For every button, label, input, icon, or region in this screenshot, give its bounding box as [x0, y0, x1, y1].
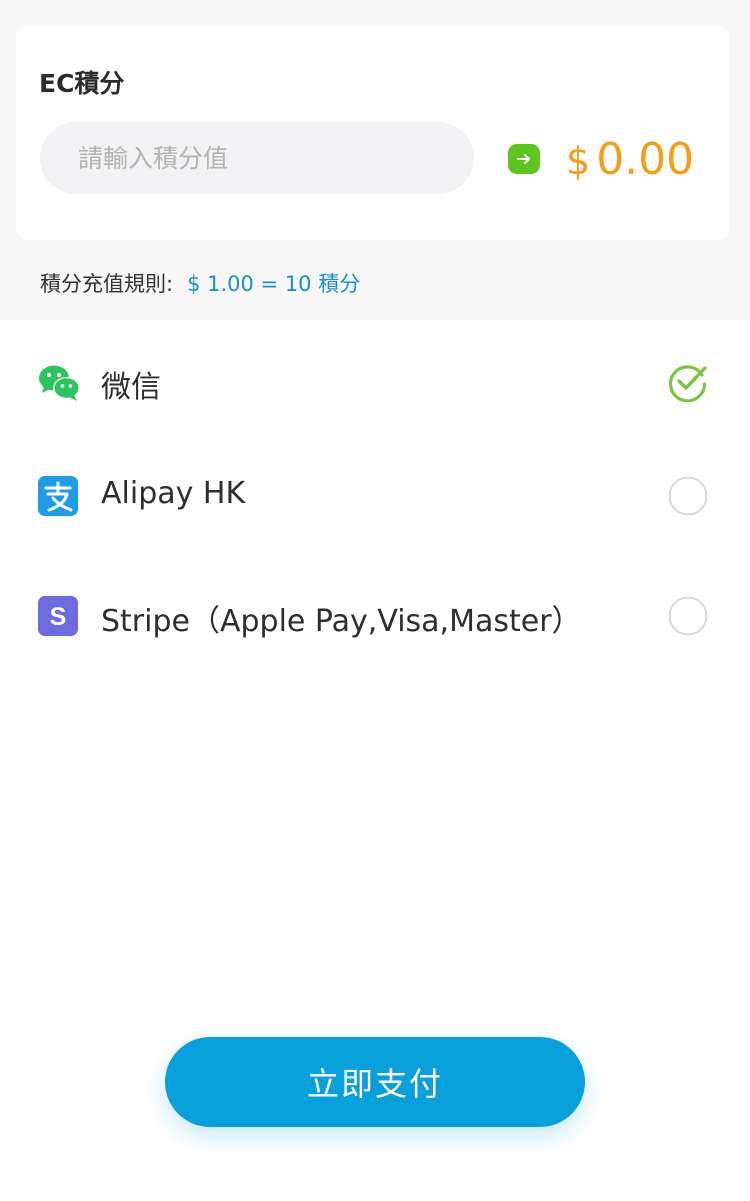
payment-label-alipay: Alipay HK [101, 476, 246, 511]
points-section: EC積分 $0.00 積分充值規則: $ 1.00 = 10 積分 [0, 0, 750, 320]
payment-option-alipay[interactable]: Alipay HK [0, 456, 750, 536]
radio-unselected-icon[interactable] [668, 476, 708, 516]
wechat-icon [38, 364, 82, 406]
currency-symbol: $ [566, 139, 591, 183]
points-card-title: EC積分 [39, 69, 125, 98]
amount-display: $0.00 [566, 134, 694, 185]
stripe-icon: S [38, 596, 78, 640]
recharge-rule: 積分充值規則: $ 1.00 = 10 積分 [40, 268, 360, 298]
rule-label: 積分充值規則: [40, 272, 174, 296]
svg-text:S: S [50, 603, 67, 631]
radio-selected-check-icon[interactable] [668, 362, 708, 403]
payment-label-stripe: Stripe（Apple Pay,Visa,Master） [101, 604, 582, 639]
arrow-right-icon [508, 144, 540, 174]
payment-option-wechat[interactable]: 微信 [0, 342, 750, 422]
points-input[interactable] [40, 122, 474, 194]
radio-unselected-icon[interactable] [668, 596, 708, 636]
amount-value: 0.00 [596, 134, 695, 185]
payment-label-wechat: 微信 [101, 370, 161, 405]
points-card: EC積分 $0.00 [16, 26, 730, 240]
alipay-icon [38, 476, 78, 520]
pay-now-button[interactable]: 立即支付 [165, 1037, 585, 1127]
rule-value: $ 1.00 = 10 積分 [187, 272, 361, 296]
payment-option-stripe[interactable]: S Stripe（Apple Pay,Visa,Master） [0, 576, 750, 656]
